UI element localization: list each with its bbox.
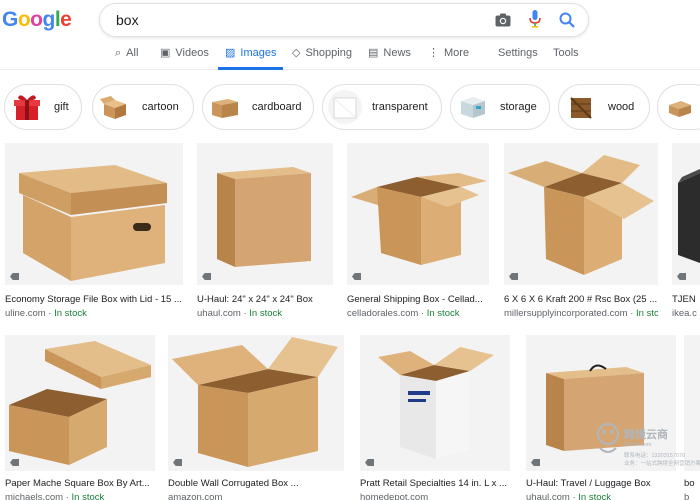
microphone-icon[interactable] — [526, 10, 544, 28]
gift-thumbnail — [10, 90, 44, 124]
result-title[interactable]: TJEN — [672, 294, 700, 305]
result-title[interactable]: General Shipping Box - Cellad... — [347, 294, 489, 305]
result-image[interactable] — [5, 335, 155, 471]
result-source[interactable]: b — [684, 492, 700, 500]
luggage-box-image — [546, 364, 644, 451]
result-card[interactable]: Paper Mache Square Box By Art... michael… — [5, 335, 155, 500]
search-input[interactable] — [116, 12, 476, 28]
image-icon: ▨ — [225, 47, 236, 59]
pratt-retail-box-image — [378, 347, 494, 459]
result-title[interactable]: U-Haul: 24" x 24" x 24" Box — [197, 294, 333, 305]
double-wall-box-image — [172, 337, 338, 467]
result-card[interactable]: General Shipping Box - Cellad... cellado… — [347, 143, 489, 323]
result-source[interactable]: homedepot.com — [360, 492, 510, 500]
related-searches: gift cartoon cardboard transparent stora… — [0, 84, 700, 130]
result-image[interactable] — [672, 143, 700, 285]
result-image[interactable] — [504, 143, 658, 285]
chip-cartoon[interactable]: cartoon — [92, 84, 194, 130]
result-card[interactable]: U-Haul: 24" x 24" x 24" Box uhaul.com · … — [197, 143, 333, 323]
tab-news[interactable]: ▤ News — [368, 47, 411, 70]
result-card[interactable]: bo b — [684, 335, 700, 500]
result-card[interactable]: Double Wall Corrugated Box ... amazon.co… — [168, 335, 344, 500]
google-logo[interactable]: Google — [2, 8, 72, 32]
uhaul-box-image — [217, 167, 311, 267]
result-image[interactable] — [5, 143, 183, 285]
result-source[interactable]: uline.com · In stock — [5, 308, 183, 319]
tab-shopping[interactable]: ◇ Shopping — [292, 47, 352, 70]
settings-link[interactable]: Settings — [498, 47, 538, 70]
result-source[interactable]: amazon.com — [168, 492, 344, 500]
search-icon[interactable] — [558, 11, 576, 29]
result-source[interactable]: celladorales.com · In stock — [347, 308, 489, 319]
result-image[interactable] — [168, 335, 344, 471]
result-title[interactable]: Double Wall Corrugated Box ... — [168, 478, 344, 489]
tag-icon: ◇ — [292, 47, 301, 59]
chip-more[interactable] — [657, 84, 700, 130]
result-title[interactable]: 6 X 6 X 6 Kraft 200 # Rsc Box (25 ... — [504, 294, 658, 305]
result-image[interactable] — [347, 143, 489, 285]
box-thumbnail — [663, 90, 697, 124]
result-title[interactable]: Economy Storage File Box with Lid - 15 .… — [5, 294, 183, 305]
result-card[interactable]: 6 X 6 X 6 Kraft 200 # Rsc Box (25 ... mi… — [504, 143, 658, 323]
result-source[interactable]: millersupplyincorporated.com · In stock — [504, 308, 658, 319]
result-image[interactable] — [526, 335, 676, 471]
result-image[interactable] — [197, 143, 333, 285]
transparent-box-thumbnail — [328, 90, 362, 124]
search-box[interactable] — [99, 3, 589, 37]
result-source[interactable]: michaels.com · In stock — [5, 492, 155, 500]
tab-images[interactable]: ▨ Images — [218, 47, 284, 70]
result-title[interactable]: Paper Mache Square Box By Art... — [5, 478, 155, 489]
result-card[interactable]: TJEN ikea.c — [672, 143, 700, 323]
chip-storage[interactable]: storage — [450, 84, 550, 130]
chip-gift[interactable]: gift — [4, 84, 82, 130]
tab-all[interactable]: ⌕ All — [115, 47, 138, 70]
result-title[interactable]: U-Haul: Travel / Luggage Box — [526, 478, 676, 489]
result-card[interactable]: U-Haul: Travel / Luggage Box uhaul.com ·… — [526, 335, 676, 500]
paper-mache-box-image — [9, 341, 151, 465]
tab-videos[interactable]: ▣ Videos — [160, 47, 209, 70]
black-box-image — [678, 169, 700, 263]
camera-icon[interactable] — [494, 11, 512, 29]
chip-wood[interactable]: wood — [558, 84, 650, 130]
result-image[interactable] — [360, 335, 510, 471]
open-shipping-box-image — [351, 173, 487, 265]
chip-cardboard[interactable]: cardboard — [202, 84, 314, 130]
result-title[interactable]: bo — [684, 478, 700, 489]
tab-more[interactable]: ⋮ More — [428, 47, 469, 70]
news-icon: ▤ — [368, 47, 379, 59]
cardboard-box-thumbnail — [208, 90, 242, 124]
result-source[interactable]: uhaul.com · In stock — [197, 308, 333, 319]
result-title[interactable]: Pratt Retail Specialties 14 in. L x ... — [360, 478, 510, 489]
result-card[interactable]: Pratt Retail Specialties 14 in. L x ... … — [360, 335, 510, 500]
storage-file-box-image — [19, 165, 167, 281]
wood-box-thumbnail — [564, 90, 598, 124]
cartoon-box-thumbnail — [98, 90, 132, 124]
storage-box-thumbnail — [456, 90, 490, 124]
result-source[interactable]: ikea.c — [672, 308, 700, 319]
result-card[interactable]: Economy Storage File Box with Lid - 15 .… — [5, 143, 183, 323]
kraft-rsc-box-image — [508, 155, 654, 275]
search-icon: ⌕ — [115, 47, 122, 59]
video-icon: ▣ — [160, 47, 171, 59]
result-image[interactable] — [684, 335, 700, 471]
tools-link[interactable]: Tools — [553, 47, 579, 70]
search-tabs: ⌕ All ▣ Videos ▨ Images ◇ Shopping ▤ News ⋮ Mo… — [0, 44, 700, 70]
chip-transparent[interactable]: transparent — [322, 84, 442, 130]
result-source[interactable]: uhaul.com · In stock — [526, 492, 676, 500]
more-vert-icon: ⋮ — [428, 47, 439, 59]
